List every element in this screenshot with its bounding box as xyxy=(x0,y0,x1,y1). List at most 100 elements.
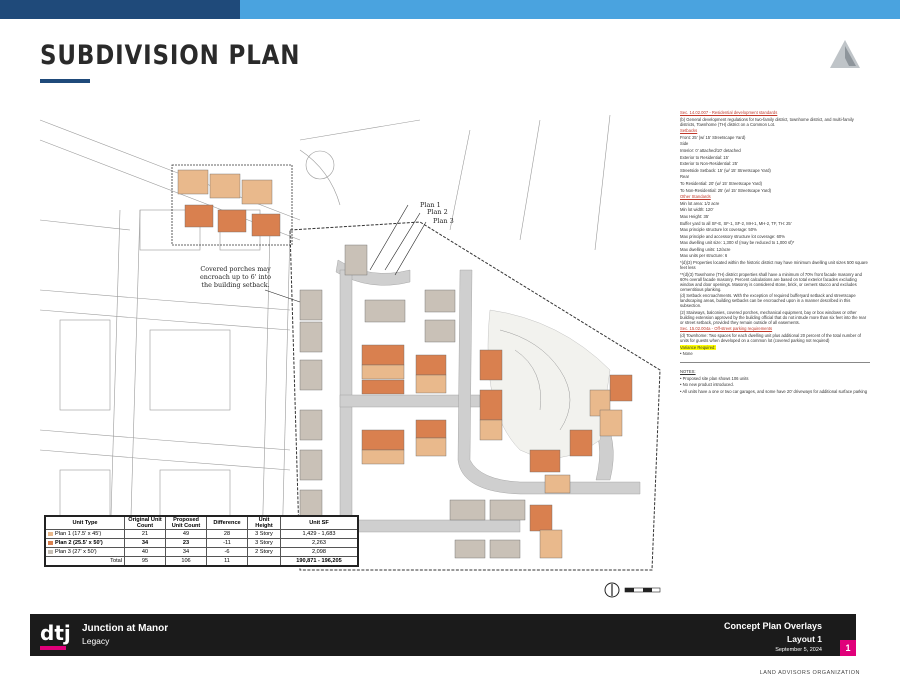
table-header: Difference xyxy=(206,515,248,530)
setback-item: Exterior to Non-Residential: 25' xyxy=(680,161,738,167)
note-bullet: • Proposed site plan shows 106 units xyxy=(680,375,749,381)
divider xyxy=(680,362,870,364)
other-standards-heading: Other Standards xyxy=(680,194,711,200)
table-header: Unit Height xyxy=(247,515,281,530)
note-bullet: • No new product introduced. xyxy=(680,382,734,388)
setback-item: Interior: 0' attached/10' detached xyxy=(680,147,741,153)
setbacks-heading: Setbacks xyxy=(680,128,698,134)
organization-label: LAND ADVISORS ORGANIZATION xyxy=(759,670,860,676)
table-total-row: Total 95 106 11 190,871 - 196,205 xyxy=(44,556,359,567)
total-difference: 11 xyxy=(206,556,248,567)
note-bullet-text: Proposed site plan shows 106 units xyxy=(682,375,749,381)
project-subtitle: Legacy xyxy=(82,636,110,646)
callout-plan-2: Plan 2 xyxy=(427,208,448,216)
setback-item: Side xyxy=(680,141,689,147)
unit-type-label: Plan 3 (27' x 50') xyxy=(55,549,97,555)
unit-count-table: Unit Type Original Unit Count Proposed U… xyxy=(44,515,359,567)
porch-callout-line-2: encroach up to 6' into xyxy=(200,273,272,281)
title-underline xyxy=(40,79,90,83)
unit-type-cell: Plan 2 (25.5' x 50') xyxy=(44,538,125,548)
unit-sf: 1,429 - 1,683 xyxy=(280,529,359,539)
table-row: Plan 3 (27' x 50') 40 34 -6 2 Story 2,09… xyxy=(44,547,359,557)
standard-item: Max principle and accessory structure lo… xyxy=(680,233,785,239)
setback-item: Streetside Setback: 15' (w/ 15' Streetsc… xyxy=(680,167,771,173)
unit-type-cell: Plan 1 (17.5' x 45') xyxy=(44,529,125,539)
standard-item: Max units per structure: 6 xyxy=(680,253,728,259)
footnote: *(d)(3) Properties located within the hi… xyxy=(680,260,868,271)
zoning-notes-panel: Sec. 14.02.007 - Residential development… xyxy=(680,110,870,396)
note-bullet: • All units have a one or two car garage… xyxy=(680,389,868,394)
plan-3-swatch xyxy=(48,549,53,554)
logo-text: dtj xyxy=(40,621,71,645)
top-accent-bar-dark xyxy=(0,0,240,19)
plan-1-swatch xyxy=(48,531,53,536)
variance-label: Variance Required: xyxy=(680,344,870,350)
callout-plan-3: Plan 3 xyxy=(433,217,454,225)
original-count: 34 xyxy=(124,538,166,548)
original-count: 40 xyxy=(124,547,166,557)
setback-item: Exterior to Residential: 15' xyxy=(680,154,729,160)
total-sf: 190,871 - 196,205 xyxy=(280,556,359,567)
sheet-title: Concept Plan Overlays xyxy=(723,621,822,631)
standard-item: Max principle structure lot coverage: 50… xyxy=(680,227,757,233)
unit-type-label: Plan 2 (25.5' x 50') xyxy=(55,540,103,546)
project-name: Junction at Manor xyxy=(82,623,169,634)
standard-item: Max dwelling unit size: 1,300 sf (may be… xyxy=(680,240,795,246)
dtj-logo: dtj xyxy=(40,621,71,650)
porch-callout-line-1: Covered porches may xyxy=(200,265,271,273)
unit-sf: 2,263 xyxy=(280,538,359,548)
unit-height: 3 Story xyxy=(247,538,281,548)
standard-item: Min lot area: 1/2 acre xyxy=(680,200,720,206)
variance-value: • None xyxy=(680,351,693,357)
table-row: Plan 2 (25.5' x 50') 34 23 -11 3 Story 2… xyxy=(44,538,359,548)
setback-item: To Residential: 20' (w/ 15' Streetscape … xyxy=(680,180,762,186)
table-row: Plan 1 (17.5' x 45') 21 49 28 3 Story 1,… xyxy=(44,529,359,539)
page-number-badge: 1 xyxy=(840,640,856,656)
setback-item: Rear xyxy=(680,174,690,180)
footer-bar: dtj Junction at Manor Legacy Concept Pla… xyxy=(30,614,856,656)
table-header: Unit Type xyxy=(44,515,125,530)
total-proposed: 106 xyxy=(165,556,207,567)
table-header: Proposed Unit Count xyxy=(165,515,207,530)
setback-item: To Non-Residential: 25' (w/ 15' Streetsc… xyxy=(680,187,772,193)
note-bullet-text: All units have a one or two car garages,… xyxy=(682,389,868,394)
proposed-count: 34 xyxy=(165,547,207,557)
parking-text: (d) Townhome: Two spaces for each dwelli… xyxy=(680,333,861,344)
difference: -6 xyxy=(206,547,248,557)
standard-item: Buffer yard to all SF-E, SF-1, SF-2, MH-… xyxy=(680,220,792,226)
section-heading: Sec. 14.02.007 - Residential development… xyxy=(680,110,778,115)
standard-item: Max Height: 35' xyxy=(680,213,709,219)
brand-logo-icon xyxy=(830,40,860,68)
total-original: 95 xyxy=(124,556,166,567)
footnote: **(d)(3) Townhome (TH) district properti… xyxy=(680,271,862,292)
standard-item: Min lot width: 120' xyxy=(680,207,714,213)
encroachment-text: (d) Setback encroachments. With the exce… xyxy=(680,293,856,309)
table-header: Original Unit Count xyxy=(124,515,166,530)
setback-item: Front: 25' (w/ 15' Streetscape Yard) xyxy=(680,134,746,140)
layout-label: Layout 1 xyxy=(787,634,822,644)
proposed-count: 49 xyxy=(165,529,207,539)
unit-height: 3 Story xyxy=(247,529,281,539)
variance-value-text: None xyxy=(682,351,693,357)
parking-heading: Sec. 15.02.004a - Off-street parking req… xyxy=(680,326,773,332)
difference: -11 xyxy=(206,538,248,548)
notes-heading: NOTES: xyxy=(680,369,696,375)
plan-2-swatch xyxy=(48,540,53,545)
unit-type-cell: Plan 3 (27' x 50') xyxy=(44,547,125,557)
note-bullet-text: No new product introduced. xyxy=(682,382,734,388)
standard-item: Max dwelling units: 12/acre xyxy=(680,246,731,252)
unit-height: 2 Story xyxy=(247,547,281,557)
encroachment-text: (2) Stairways, balconies, covered porche… xyxy=(680,309,867,325)
table-header-row: Unit Type Original Unit Count Proposed U… xyxy=(44,515,359,530)
page-title: SUBDIVISION PLAN xyxy=(40,40,301,71)
total-height xyxy=(247,556,281,567)
table-header: Unit SF xyxy=(280,515,359,530)
total-label: Total xyxy=(44,556,125,567)
section-text: (b) General development regulations for … xyxy=(680,116,854,127)
unit-type-label: Plan 1 (17.5' x 45') xyxy=(55,531,102,537)
logo-accent-bar xyxy=(40,646,66,650)
footer-right-block: Concept Plan Overlays Layout 1 September… xyxy=(724,621,822,653)
porch-encroachment-callout: Covered porches may encroach up to 6' in… xyxy=(200,265,271,289)
date-label: September 5, 2024 xyxy=(775,647,822,653)
difference: 28 xyxy=(206,529,248,539)
